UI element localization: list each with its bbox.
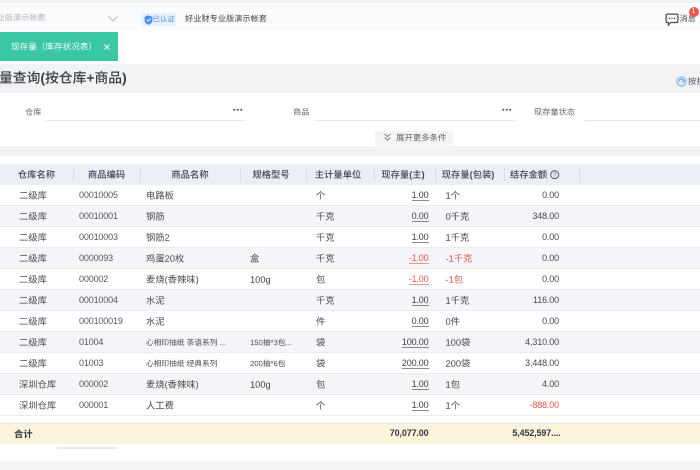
svg-text:?: ?: [553, 172, 557, 179]
